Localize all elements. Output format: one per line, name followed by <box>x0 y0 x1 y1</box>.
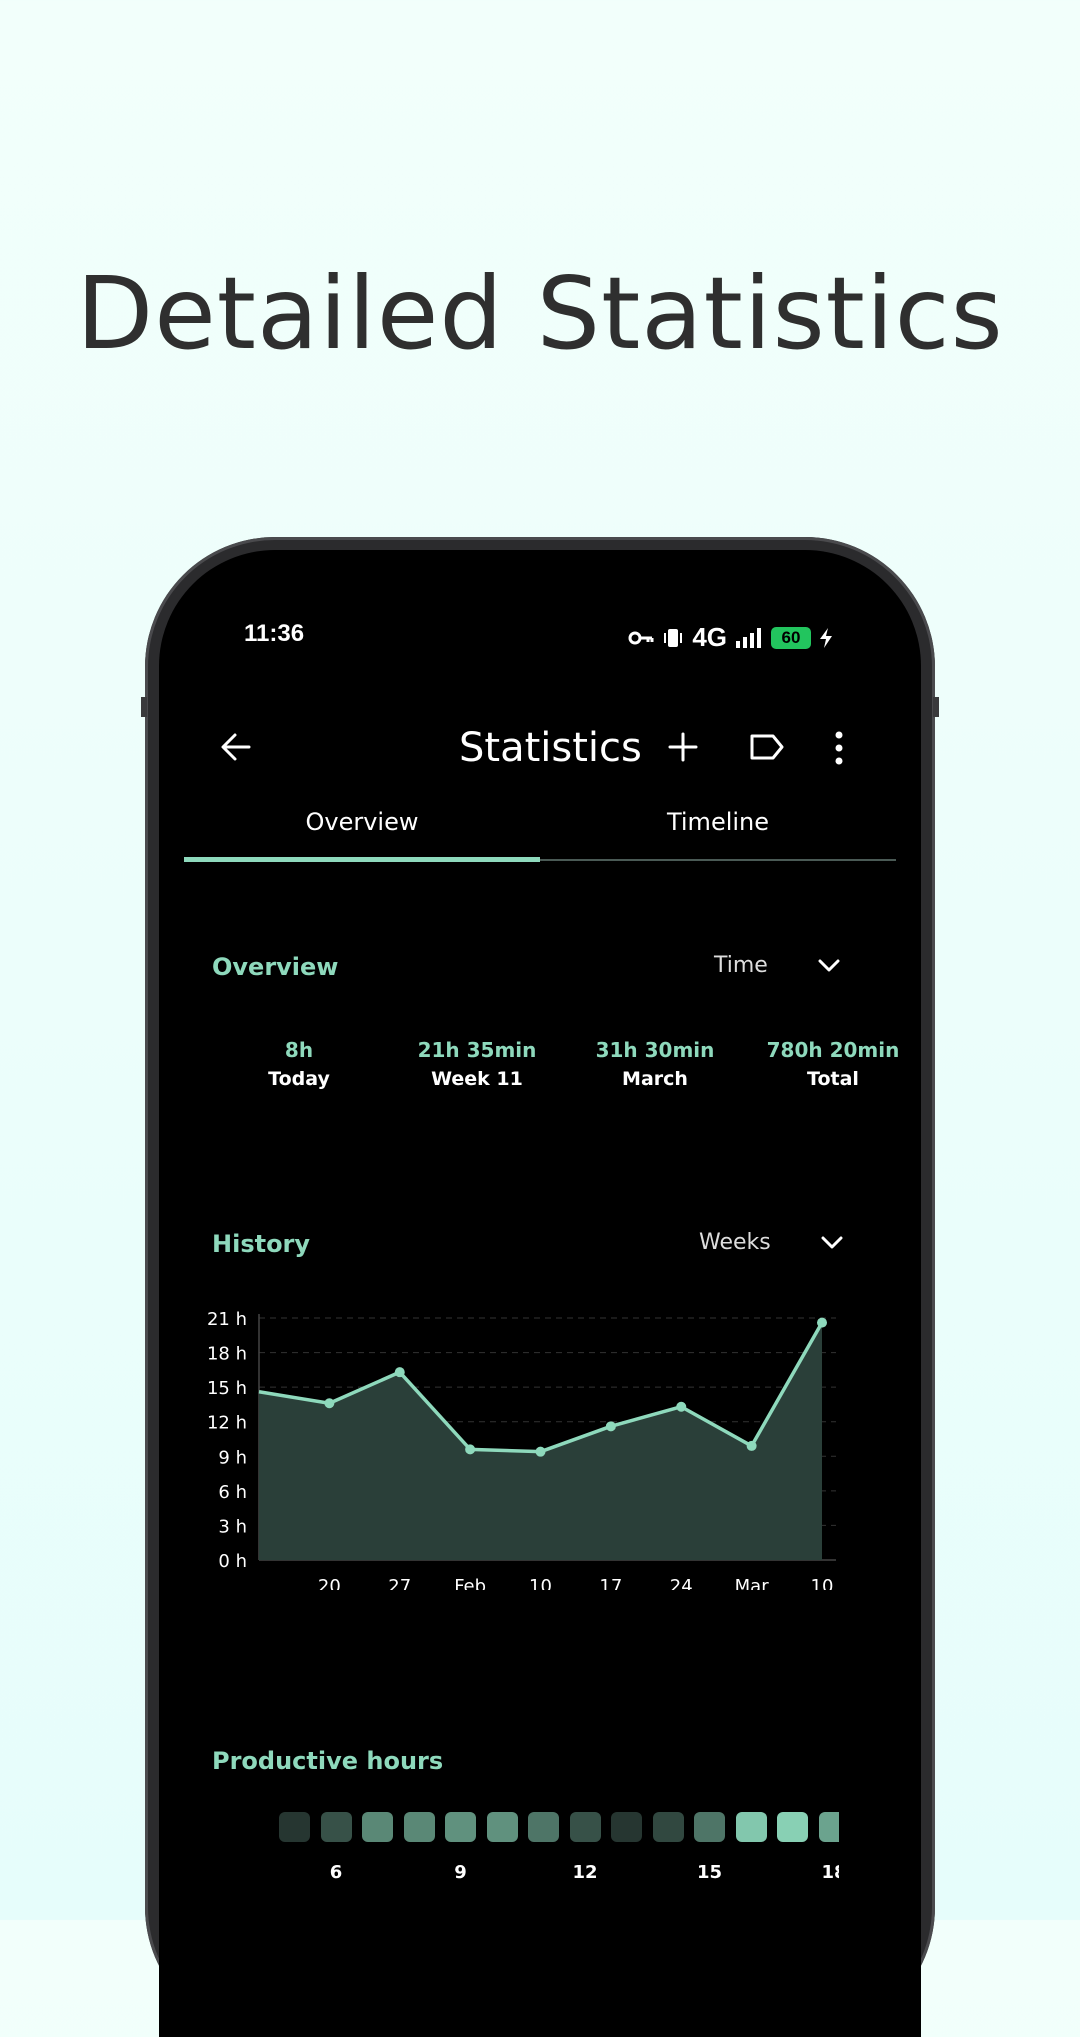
heatmap-cell <box>362 1812 393 1842</box>
data-point <box>676 1401 687 1412</box>
history-title: History <box>212 1230 311 1258</box>
heatmap-cell <box>445 1812 476 1842</box>
heatmap-hour-label: 15 <box>696 1862 723 1883</box>
y-tick-label: 15 h <box>207 1378 247 1399</box>
vibrate-icon <box>664 628 683 647</box>
y-tick-label: 3 h <box>218 1516 247 1537</box>
stat-label: Total <box>807 1068 859 1090</box>
heatmap-cell <box>735 1812 767 1842</box>
heatmap-hour-label: 18 <box>821 1862 839 1883</box>
stat-label: Week 11 <box>431 1068 523 1090</box>
history-dropdown-value: Weeks <box>699 1230 771 1255</box>
data-point <box>394 1367 405 1378</box>
stat-value: 31h 30min <box>595 1038 715 1062</box>
heatmap-cell <box>818 1812 839 1842</box>
x-tick-label: 10 <box>529 1576 552 1590</box>
status-bar: 11:36 4G 60 <box>159 620 921 660</box>
y-tick-label: 0 h <box>218 1551 247 1572</box>
history-chart: 0 h3 h6 h9 h12 h15 h18 h21 h2027Feb20251… <box>207 1310 836 1590</box>
tab-bar: Overview Timeline <box>184 808 896 868</box>
data-point <box>324 1398 335 1409</box>
heatmap-cell <box>569 1812 601 1842</box>
phone-frame: 11:36 4G 60 Statistics Overview Timeline… <box>141 537 939 2037</box>
heatmap-cell <box>611 1812 642 1842</box>
heatmap-cell <box>652 1812 684 1842</box>
tab-timeline[interactable]: Timeline <box>540 808 896 836</box>
heatmap-cell <box>694 1812 725 1842</box>
stat-value: 780h 20min <box>766 1038 900 1062</box>
overview-dropdown-value: Time <box>714 953 768 978</box>
battery-indicator: 60 <box>771 626 811 649</box>
status-icons: 4G 60 <box>628 622 833 653</box>
heatmap-cell <box>528 1812 559 1842</box>
data-point <box>817 1317 827 1328</box>
chevron-down-icon <box>818 959 840 971</box>
data-point <box>535 1446 546 1457</box>
data-point <box>605 1421 616 1432</box>
network-type: 4G <box>692 622 727 652</box>
productive-title: Productive hours <box>212 1747 444 1775</box>
overview-dropdown[interactable]: Time <box>714 953 840 978</box>
productive-hours-heatmap: 6 9 12 15 18 <box>279 1812 839 1932</box>
stat-total: 780h 20min Total <box>743 1038 921 1090</box>
heatmap-cell <box>279 1812 310 1842</box>
heatmap-hour-label: 9 <box>454 1862 467 1883</box>
more-vert-icon[interactable] <box>832 730 846 766</box>
stat-label: Today <box>268 1068 330 1090</box>
stat-label: March <box>622 1068 688 1090</box>
stat-today: 8h Today <box>209 1038 389 1090</box>
x-tick-label: 17 <box>599 1576 622 1590</box>
status-time: 11:36 <box>244 620 305 647</box>
heatmap-cell <box>320 1812 352 1842</box>
side-button <box>141 697 147 717</box>
stat-week: 21h 35min Week 11 <box>387 1038 567 1090</box>
tag-icon[interactable] <box>749 730 785 764</box>
bolt-icon <box>820 627 832 648</box>
heatmap-cell <box>486 1812 518 1842</box>
history-dropdown[interactable]: Weeks <box>699 1230 843 1255</box>
heatmap-hour-label: 12 <box>572 1862 598 1883</box>
heatmap-cell <box>777 1812 808 1842</box>
tab-indicator <box>184 857 540 862</box>
x-tick-label: Mar <box>735 1576 770 1590</box>
stat-month: 31h 30min March <box>565 1038 745 1090</box>
chevron-down-icon <box>821 1236 843 1248</box>
plus-icon[interactable] <box>666 730 700 764</box>
stat-value: 21h 35min <box>417 1038 537 1062</box>
signal-icon <box>736 627 761 648</box>
x-tick-label: Feb <box>454 1576 486 1590</box>
key-icon <box>628 631 654 644</box>
tab-overview[interactable]: Overview <box>184 808 540 836</box>
x-tick-label: 24 <box>670 1576 693 1590</box>
y-tick-label: 18 h <box>207 1344 247 1365</box>
overview-title: Overview <box>212 953 339 981</box>
x-tick-label: 10 <box>811 1576 834 1590</box>
y-tick-label: 6 h <box>218 1482 247 1503</box>
side-button <box>933 697 939 717</box>
x-tick-label: 27 <box>388 1576 411 1590</box>
y-tick-label: 12 h <box>207 1413 247 1434</box>
data-point <box>746 1440 757 1451</box>
area-fill <box>259 1322 822 1560</box>
data-point <box>465 1444 476 1455</box>
arrow-left-icon[interactable] <box>219 730 253 764</box>
stat-value: 8h <box>284 1038 314 1062</box>
x-tick-label: 20 <box>318 1576 341 1590</box>
page-title: Statistics <box>459 725 642 771</box>
heatmap-hour-label: 6 <box>329 1862 343 1883</box>
headline: Detailed Statistics <box>76 255 1004 372</box>
heatmap-cell <box>403 1812 435 1842</box>
phone-screen: 11:36 4G 60 Statistics Overview Timeline… <box>159 550 921 2037</box>
app-bar: Statistics <box>159 715 921 785</box>
y-tick-label: 21 h <box>207 1310 247 1330</box>
y-tick-label: 9 h <box>218 1447 247 1468</box>
